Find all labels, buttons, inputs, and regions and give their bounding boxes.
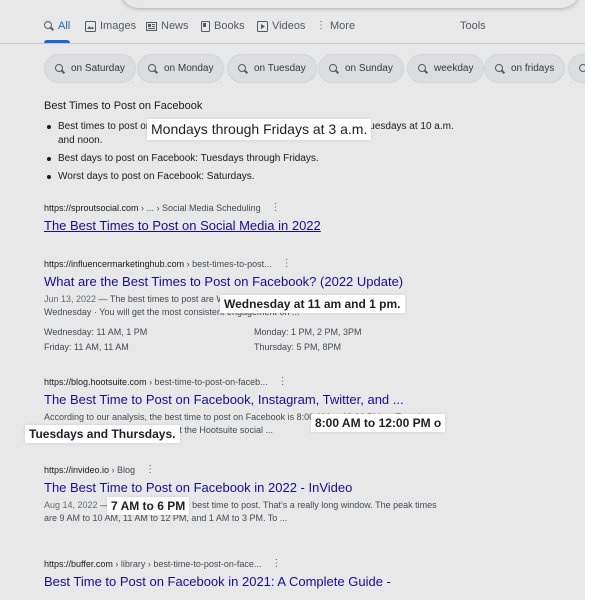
page-edge xyxy=(585,0,600,600)
result-breadcrumb: › best-time-to-post-on-faceb... xyxy=(146,376,268,387)
result-table: Wednesday: 11 AM, 1 PM Monday: 1 PM, 2 P… xyxy=(44,327,464,352)
search-result: https://invideo.io › Blog ⋮ The Best Tim… xyxy=(44,464,464,525)
result-url: https://buffer.com xyxy=(44,558,113,569)
highlight-callout: Wednesday at 11 am and 1 pm. xyxy=(220,295,405,314)
table-cell: Thursday: 5 PM, 8PM xyxy=(254,342,342,352)
result-breadcrumb: › ... › Social Media Scheduling xyxy=(138,202,261,213)
search-tabs: All Images News Books Videos ⋮ More Tool… xyxy=(44,20,600,36)
chip-on-saturday[interactable]: on Saturday xyxy=(44,54,136,83)
tab-images[interactable]: Images xyxy=(85,20,136,32)
video-icon xyxy=(257,20,268,32)
result-date: Aug 14, 2022 xyxy=(44,500,98,510)
book-icon xyxy=(201,20,210,32)
highlight-callout: Mondays through Fridays at 3 a.m. xyxy=(147,119,372,140)
highlight-callout: 7 AM to 6 PM xyxy=(107,497,190,516)
more-options-icon[interactable]: ⋮ xyxy=(271,202,281,213)
featured-snippet-title: Best Times to Post on Facebook xyxy=(44,100,203,112)
list-item: Worst days to post on Facebook: Saturday… xyxy=(44,170,464,184)
more-options-icon[interactable]: ⋮ xyxy=(282,258,292,269)
search-icon xyxy=(55,63,65,74)
result-title-link[interactable]: The Best Times to Post on Social Media i… xyxy=(44,218,464,233)
chip-on-tuesday[interactable]: on Tuesday xyxy=(227,54,317,83)
search-icon xyxy=(495,63,505,74)
result-url: https://invideo.io xyxy=(44,464,110,475)
tab-more[interactable]: ⋮ More xyxy=(316,20,355,32)
result-cite: https://buffer.com › library › best-time… xyxy=(44,558,464,569)
result-snippet: Aug 14, 2022 — 7 AM to 6 PM is the best … xyxy=(44,500,437,523)
result-title-link[interactable]: The Best Time to Post on Facebook in 202… xyxy=(44,480,464,495)
tools-button[interactable]: Tools xyxy=(460,20,486,32)
table-cell: Wednesday: 11 AM, 1 PM xyxy=(44,327,148,337)
result-breadcrumb: › Blog xyxy=(109,464,136,475)
result-title-link[interactable]: What are the Best Times to Post on Faceb… xyxy=(44,274,464,289)
result-url: https://blog.hootsuite.com xyxy=(44,376,147,387)
search-box[interactable] xyxy=(120,0,580,8)
result-title-link[interactable]: The Best Time to Post on Facebook, Insta… xyxy=(44,392,464,407)
search-result: https://buffer.com › library › best-time… xyxy=(44,558,464,589)
table-cell: Monday: 1 PM, 2 PM, 3PM xyxy=(254,327,362,337)
image-icon xyxy=(85,20,96,32)
chip-on-monday[interactable]: on Monday xyxy=(137,54,225,83)
tabs-divider xyxy=(0,43,585,44)
more-options-icon[interactable]: ⋮ xyxy=(271,558,281,569)
refinement-chips: on Saturday on Monday on Tuesday on Sund… xyxy=(44,54,600,84)
tab-all[interactable]: All xyxy=(44,20,70,32)
list-item: Best days to post on Facebook: Tuesdays … xyxy=(44,152,464,166)
news-icon xyxy=(146,21,157,31)
more-options-icon[interactable]: ⋮ xyxy=(278,376,288,387)
search-icon xyxy=(329,63,339,74)
chip-on-fridays[interactable]: on fridays xyxy=(484,54,566,83)
search-icon xyxy=(418,63,428,74)
result-cite: https://influencermarketinghub.com › bes… xyxy=(44,258,464,269)
search-result: https://sproutsocial.com › ... › Social … xyxy=(44,202,464,233)
search-icon xyxy=(148,63,158,74)
highlight-callout: Tuesdays and Thursdays. xyxy=(25,425,180,444)
result-cite: https://sproutsocial.com › ... › Social … xyxy=(44,202,464,213)
result-url: https://sproutsocial.com xyxy=(44,202,139,213)
tab-news[interactable]: News xyxy=(146,20,189,32)
result-cite: https://blog.hootsuite.com › best-time-t… xyxy=(44,376,464,387)
result-title-link[interactable]: Best Time to Post on Facebook in 2021: A… xyxy=(44,574,464,589)
search-icon xyxy=(44,21,54,31)
more-vert-icon: ⋮ xyxy=(316,20,326,31)
highlight-callout: 8:00 AM to 12:00 PM o xyxy=(311,414,445,433)
result-cite: https://invideo.io › Blog ⋮ xyxy=(44,464,464,475)
search-results-page: All Images News Books Videos ⋮ More Tool… xyxy=(0,0,600,600)
more-options-icon[interactable]: ⋮ xyxy=(145,464,155,475)
result-breadcrumb: › best-times-to-post... xyxy=(184,258,272,269)
result-date: Jun 13, 2022 xyxy=(44,294,97,304)
tab-books[interactable]: Books xyxy=(201,20,245,32)
result-breadcrumb: › library › best-time-to-post-on-face... xyxy=(112,558,262,569)
chip-on-sunday[interactable]: on Sunday xyxy=(318,54,404,83)
search-icon xyxy=(238,63,248,74)
tab-videos[interactable]: Videos xyxy=(257,20,305,32)
chip-weekday[interactable]: weekday xyxy=(407,54,485,83)
result-url: https://influencermarketinghub.com xyxy=(44,258,185,269)
table-cell: Friday: 11 AM, 11 AM xyxy=(44,342,129,352)
